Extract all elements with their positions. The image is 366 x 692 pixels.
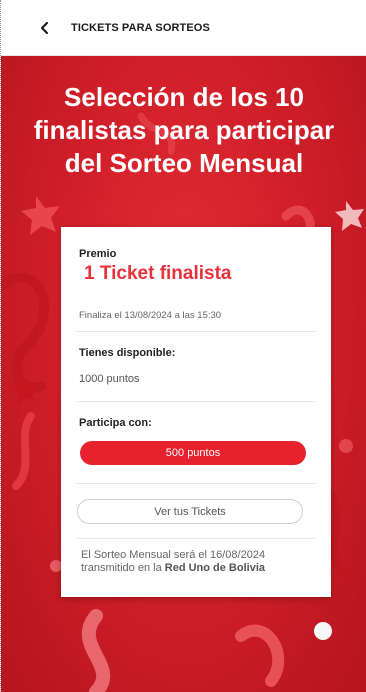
hero-title-line: finalistas para participar	[33, 115, 335, 145]
divider	[77, 331, 315, 332]
premio-value: 1 Ticket finalista	[84, 263, 232, 284]
premio-label: Premio	[79, 248, 117, 260]
draw-note: El Sorteo Mensual será el 16/08/2024 tra…	[81, 549, 321, 575]
hero-section: Selección de los 10 finalistas para part…	[1, 56, 366, 692]
participa-label: Participa con:	[79, 417, 152, 429]
app-frame: TICKETS PARA SORTEOS Selección de los 10…	[0, 0, 366, 692]
hero-title-line: del Sorteo Mensual	[64, 148, 304, 178]
hero-title-line: Selección de los 10	[64, 82, 304, 112]
divider	[77, 401, 315, 402]
tienes-value: 1000 puntos	[79, 373, 140, 385]
back-button[interactable]	[31, 14, 59, 42]
divider	[77, 538, 315, 539]
tienes-label: Tienes disponible:	[79, 347, 176, 359]
hero-title: Selección de los 10 finalistas para part…	[1, 81, 366, 180]
page-title: TICKETS PARA SORTEOS	[71, 21, 210, 34]
chevron-left-icon	[41, 21, 48, 34]
divider	[77, 483, 315, 484]
participate-button[interactable]: 500 puntos	[80, 441, 306, 465]
top-bar: TICKETS PARA SORTEOS	[1, 0, 366, 56]
broadcaster-name: Red Uno de Bolivia	[164, 562, 266, 574]
view-tickets-button[interactable]: Ver tus Tickets	[77, 499, 303, 524]
finaliza-date: Finaliza el 13/08/2024 a las 15:30	[79, 310, 222, 321]
prize-card: Premio 1 Ticket finalista Finaliza el 13…	[61, 227, 331, 597]
